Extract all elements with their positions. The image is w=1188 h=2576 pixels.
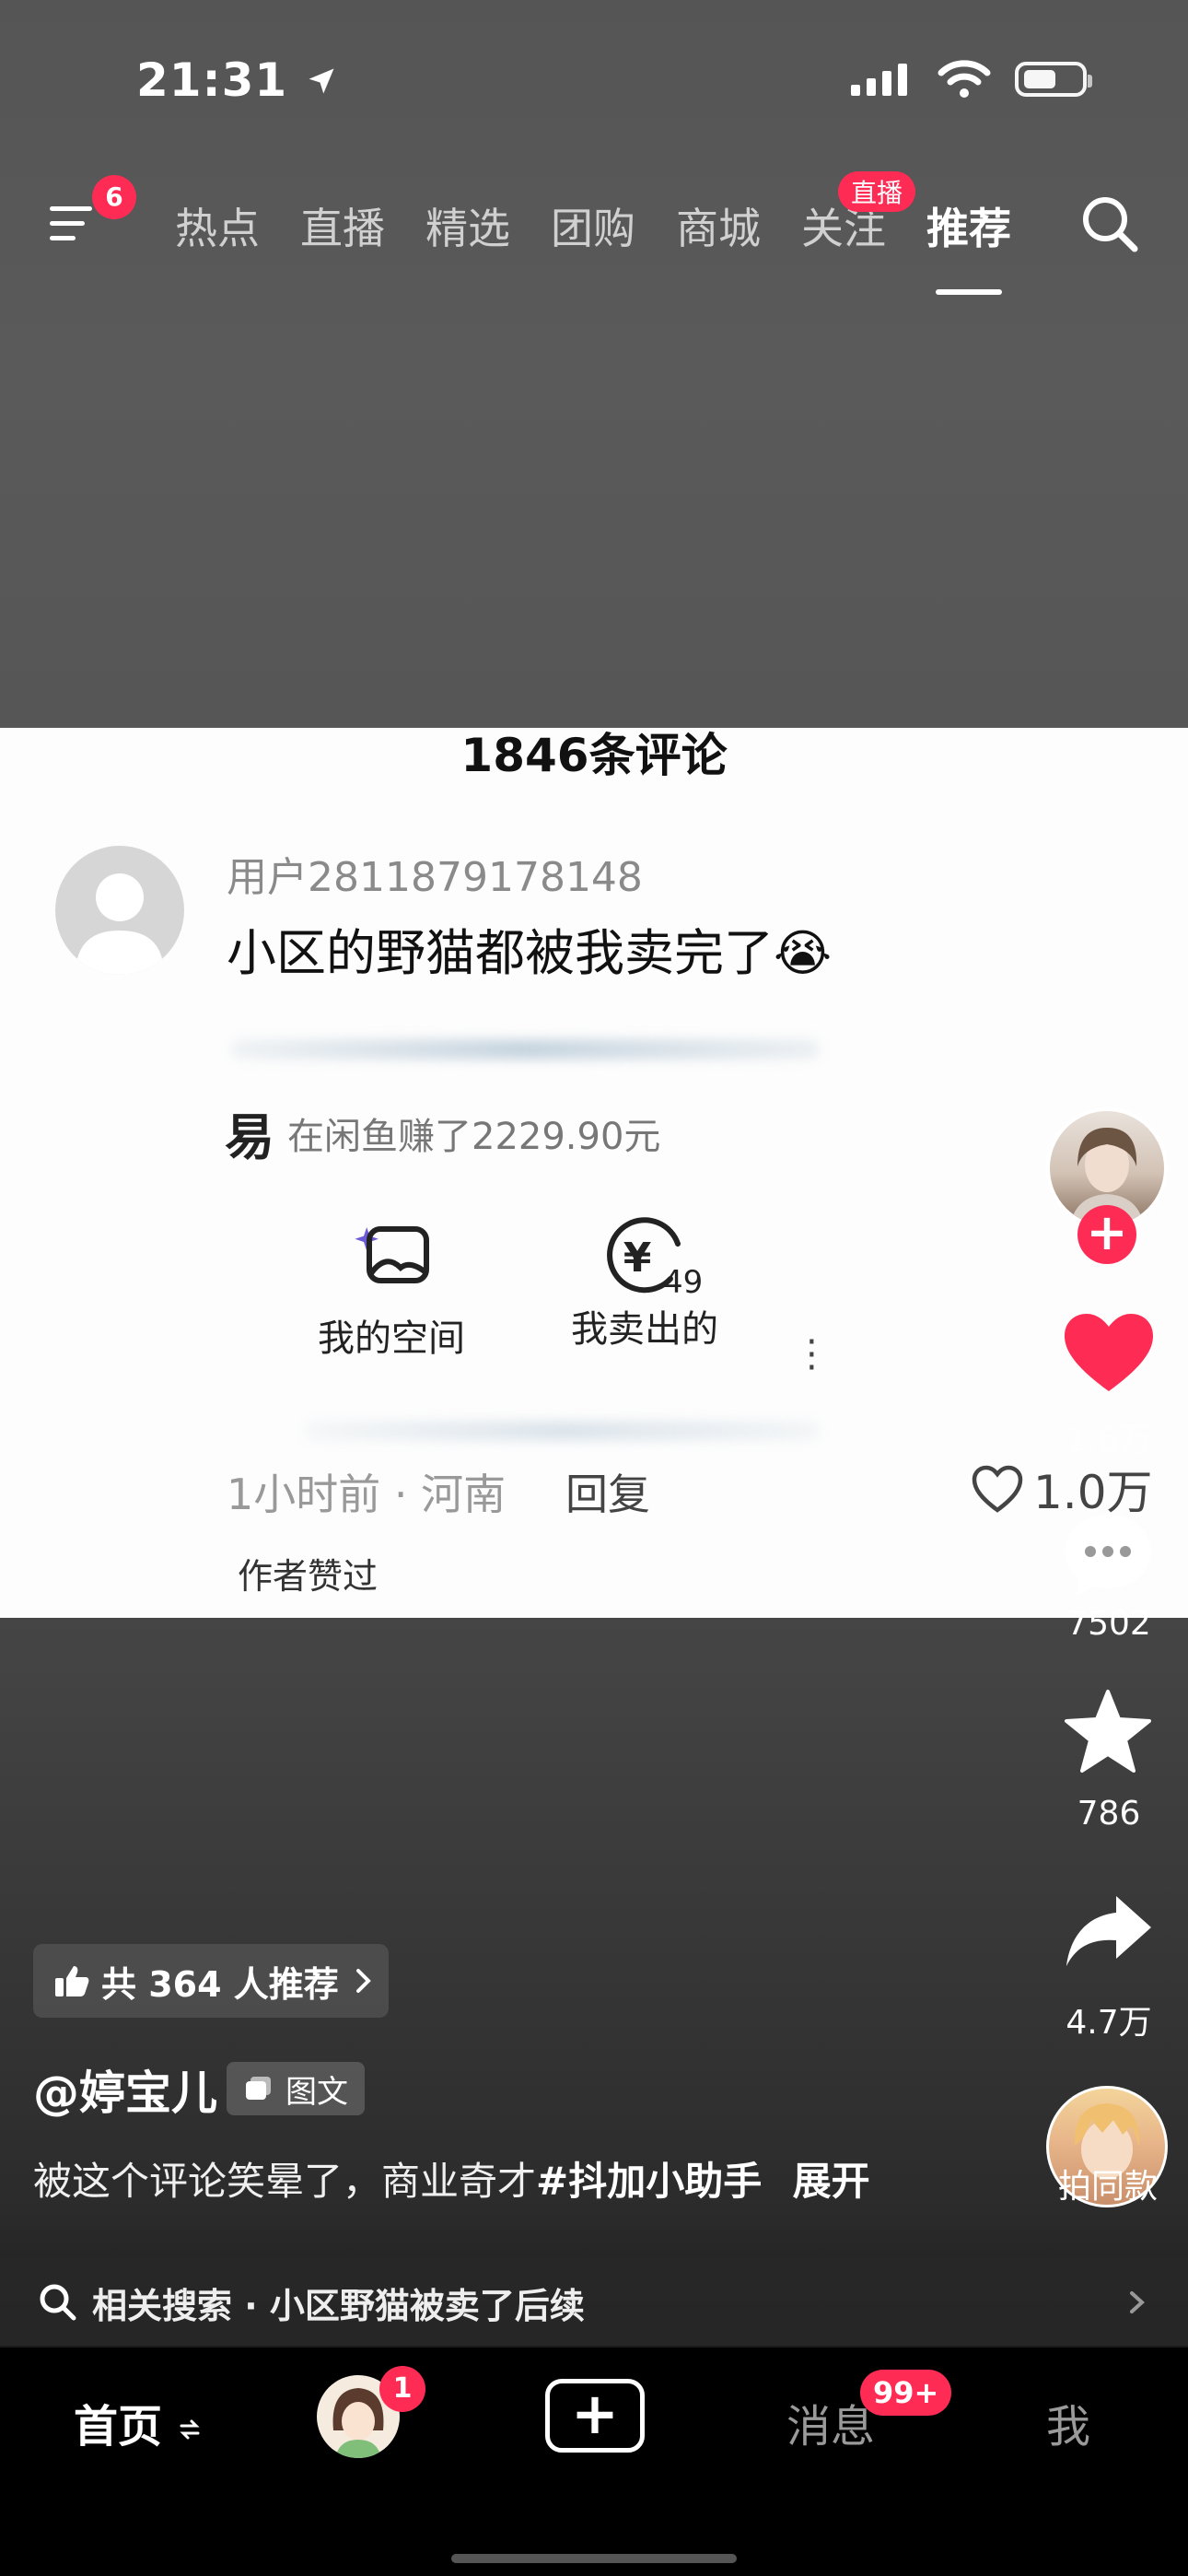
reply-label: 回复	[565, 1469, 650, 1519]
menu-badge: 6	[92, 175, 136, 219]
tab-home[interactable]: 首页	[74, 2390, 202, 2454]
tab-me[interactable]: 我	[1046, 2390, 1090, 2454]
tab-mall[interactable]: 商城	[676, 195, 761, 256]
sold-items-label: 我卖出的	[571, 1308, 718, 1351]
follow-button[interactable]: +	[1077, 1205, 1136, 1264]
create-button[interactable]: +	[545, 2379, 645, 2453]
like-count: 1.6万	[1066, 1422, 1152, 1459]
xianyu-logo: 易	[225, 1108, 274, 1166]
recommend-text: 共 364 人推荐	[101, 1963, 339, 2005]
svg-text:¥: ¥	[623, 1235, 652, 1282]
my-space-shortcut: 我的空间	[313, 1216, 470, 1362]
search-icon	[40, 2284, 76, 2321]
tab-featured[interactable]: 精选	[425, 195, 510, 256]
blur-divider	[304, 1421, 820, 1441]
post-type-label: 图文	[285, 2073, 348, 2111]
avatar	[55, 846, 184, 975]
comment-username: 用户2811879178148	[227, 854, 643, 901]
tab-home-label: 首页	[74, 2401, 163, 2453]
tab-group-buy[interactable]: 团购	[551, 195, 635, 256]
tab-live[interactable]: 直播	[300, 195, 385, 256]
wifi-icon	[938, 60, 991, 98]
comment-bubble-icon	[1065, 1515, 1151, 1596]
share-arrow-icon	[1066, 1896, 1151, 1966]
caption-text: 被这个评论笑晕了，商业奇才	[33, 2159, 537, 2204]
sold-count: 49	[663, 1264, 704, 1301]
star-icon	[1065, 1690, 1151, 1773]
friends-badge: 1	[379, 2366, 425, 2412]
same-style-label: 拍同款	[1057, 2168, 1158, 2206]
favorite-count: 786	[1077, 1795, 1141, 1832]
tab-recommend[interactable]: 推荐	[926, 195, 1011, 295]
heart-icon	[1065, 1314, 1153, 1391]
related-search-bar[interactable]: 相关搜索 · 小区野猫被卖了后续	[0, 2259, 1188, 2346]
comment-screenshot: 1846条评论 用户2811879178148 小区的野猫都被我卖完了😭 易 在…	[0, 728, 1188, 1618]
more-dots-icon: · · ·	[806, 1321, 818, 1389]
author-name[interactable]: @婷宝儿	[33, 2056, 217, 2123]
comment-button[interactable]	[1059, 1509, 1157, 1603]
battery-icon	[1015, 62, 1092, 97]
comment-count: 7502	[1066, 1605, 1151, 1643]
messages-badge: 99+	[860, 2370, 952, 2416]
search-button[interactable]	[1077, 192, 1142, 256]
status-indicators	[849, 59, 1092, 100]
author-liked-tag: 作者赞过	[238, 1556, 379, 1597]
refresh-swap-icon	[180, 2419, 200, 2440]
share-count: 4.7万	[1066, 2004, 1152, 2042]
chevron-right-icon	[355, 1969, 371, 1993]
live-badge: 直播	[838, 171, 916, 212]
comment-text: 小区的野猫都被我卖完了😭	[227, 924, 833, 982]
like-button[interactable]	[1061, 1310, 1157, 1399]
tab-following[interactable]: 关注 直播	[801, 171, 916, 256]
chevron-right-icon	[1130, 2291, 1145, 2313]
search-icon	[1083, 197, 1138, 252]
my-space-label: 我的空间	[318, 1317, 465, 1360]
home-indicator	[451, 2554, 737, 2563]
status-time: 21:31	[136, 53, 338, 107]
heart-outline-icon	[972, 1465, 1023, 1513]
blur-divider	[230, 1039, 820, 1060]
location-arrow-icon	[309, 68, 334, 94]
thumbs-up-icon	[55, 1966, 89, 1996]
share-button[interactable]	[1063, 1891, 1155, 1973]
hashtag-link[interactable]: #抖加小助手	[536, 2159, 762, 2204]
post-caption: 被这个评论笑晕了，商业奇才#抖加小助手 展开	[33, 2150, 870, 2207]
favorite-button[interactable]	[1063, 1688, 1153, 1778]
sold-items-shortcut: ¥ 49 我卖出的	[553, 1216, 737, 1352]
bottom-tab-bar: 首页 1 + 消息 99+ 我	[0, 2348, 1188, 2576]
related-search-text: 相关搜索 · 小区野猫被卖了后续	[92, 2285, 585, 2326]
xianyu-earnings: 易 在闲鱼赚了2229.90元	[225, 1096, 660, 1169]
xianyu-text: 在闲鱼赚了2229.90元	[287, 1115, 661, 1158]
recommend-pill[interactable]: 共 364 人推荐	[33, 1944, 389, 2018]
expand-button[interactable]: 展开	[793, 2159, 870, 2204]
image-space-icon	[355, 1226, 429, 1283]
post-type-tag: 图文	[227, 2062, 365, 2115]
image-text-icon	[246, 2077, 271, 2100]
top-tabs: 热点 直播 精选 团购 商城 关注 直播 推荐	[175, 171, 1011, 295]
comment-meta: 1小时前 · 河南	[227, 1469, 507, 1519]
cellular-signal-icon	[851, 64, 907, 96]
default-user-icon	[76, 873, 164, 975]
tab-hot[interactable]: 热点	[175, 195, 260, 256]
comment-count-title: 1846条评论	[460, 729, 728, 782]
